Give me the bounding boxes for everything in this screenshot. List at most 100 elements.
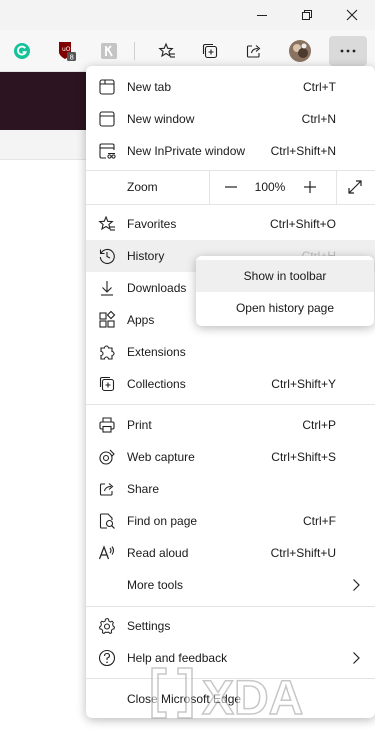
menu-item-label: More tools [127, 578, 184, 592]
collections-button[interactable] [193, 36, 227, 66]
menu-item-label: Settings [127, 619, 171, 633]
menu-item-settings[interactable]: Settings [86, 610, 375, 642]
menu-item-label: Print [127, 418, 152, 432]
inprivate-icon [99, 143, 116, 159]
menu-item-label: Find on page [127, 514, 198, 528]
minimize-button[interactable] [239, 0, 285, 30]
ublock-extension-button[interactable]: uO 8 [50, 36, 84, 66]
xda-logo: XDA [151, 667, 304, 726]
menu-item-new-window[interactable]: New window Ctrl+N [86, 103, 375, 135]
close-icon [346, 9, 358, 21]
extension-button[interactable] [92, 36, 126, 66]
zoom-in-button[interactable] [295, 172, 325, 202]
full-screen-button[interactable] [340, 172, 370, 202]
menu-item-favorites[interactable]: Favorites Ctrl+Shift+O [86, 208, 375, 240]
share-icon [246, 45, 261, 58]
history-icon [99, 248, 115, 265]
collections-icon [99, 376, 115, 392]
ublock-icon: uO8 [59, 42, 76, 62]
menu-item-read-aloud[interactable]: Read aloud Ctrl+Shift+U [86, 537, 375, 569]
plus-icon [304, 181, 316, 193]
download-icon [101, 281, 113, 296]
menu-item-web-capture[interactable]: Web capture Ctrl+Shift+S [86, 441, 375, 473]
read-aloud-icon [98, 545, 115, 560]
print-icon [99, 417, 115, 433]
restore-icon [302, 10, 312, 20]
zoom-divider [336, 170, 337, 204]
page-banner [0, 72, 90, 130]
menu-item-label: Extensions [127, 345, 186, 359]
zoom-level: 100% [254, 180, 286, 194]
find-on-page-icon [99, 513, 115, 529]
menu-item-label: Collections [127, 377, 186, 391]
profile-button[interactable] [283, 36, 317, 66]
menu-item-label: Help and feedback [127, 651, 228, 665]
menu-separator [86, 404, 375, 405]
menu-separator [86, 606, 375, 607]
zoom-out-button[interactable] [216, 172, 246, 202]
menu-item-shortcut: Ctrl+Shift+U [270, 546, 336, 560]
favorites-star-icon [158, 42, 175, 58]
menu-item-label: Favorites [127, 217, 177, 231]
extension-icon [101, 43, 117, 59]
restore-button[interactable] [284, 0, 330, 30]
menu-item-shortcut: Ctrl+Shift+Y [271, 377, 336, 391]
menu-item-find-on-page[interactable]: Find on page Ctrl+F [86, 505, 375, 537]
settings-and-more-menu: New tab Ctrl+T New window Ctrl+N New InP… [86, 66, 375, 718]
web-capture-icon [99, 449, 115, 465]
toolbar-divider [134, 42, 135, 60]
menu-item-label: Web capture [127, 450, 195, 464]
watermark-text: XDA [202, 672, 303, 725]
submenu-item-show-in-toolbar[interactable]: Show in toolbar [196, 260, 374, 292]
svg-text:8: 8 [70, 54, 74, 62]
favorites-button[interactable] [150, 36, 184, 66]
new-window-icon [99, 111, 115, 127]
avatar [289, 40, 311, 62]
menu-item-label: New tab [127, 80, 172, 94]
puzzle-icon [100, 345, 115, 360]
menu-item-shortcut: Ctrl+N [301, 112, 336, 126]
help-icon [98, 649, 116, 667]
minus-icon [225, 186, 237, 188]
menu-item-more-tools[interactable]: More tools [86, 569, 375, 601]
menu-item-shortcut: Ctrl+Shift+N [270, 144, 336, 158]
more-horizontal-icon [340, 49, 356, 53]
chevron-right-icon [353, 652, 360, 664]
history-submenu: Show in toolbar Open history page [196, 256, 374, 326]
submenu-item-open-history-page[interactable]: Open history page [196, 292, 374, 324]
title-bar [0, 0, 375, 30]
menu-item-label: Share [127, 482, 160, 496]
menu-item-label: New window [127, 112, 195, 126]
menu-item-shortcut: Ctrl+F [303, 514, 336, 528]
svg-text:uO: uO [62, 46, 71, 53]
close-window-button[interactable] [329, 0, 375, 30]
minimize-icon [257, 15, 267, 16]
apps-icon [99, 311, 116, 328]
menu-item-shortcut: Ctrl+P [302, 418, 336, 432]
xda-watermark: XDA [148, 664, 368, 728]
menu-separator [86, 204, 375, 205]
zoom-row: Zoom 100% [86, 170, 375, 204]
menu-item-share[interactable]: Share [86, 473, 375, 505]
menu-item-label: New InPrivate window [127, 144, 246, 158]
menu-item-shortcut: Ctrl+T [303, 80, 336, 94]
menu-item-new-inprivate-window[interactable]: New InPrivate window Ctrl+Shift+N [86, 135, 375, 167]
new-tab-icon [99, 79, 115, 95]
zoom-label: Zoom [127, 180, 158, 194]
menu-item-print[interactable]: Print Ctrl+P [86, 409, 375, 441]
settings-and-more-button[interactable] [329, 36, 367, 66]
menu-item-label: History [127, 249, 165, 263]
favorites-icon [98, 215, 115, 231]
chevron-right-icon [353, 579, 360, 591]
menu-item-label: Apps [127, 313, 155, 327]
share-toolbar-button[interactable] [237, 36, 271, 66]
menu-item-collections[interactable]: Collections Ctrl+Shift+Y [86, 368, 375, 400]
menu-item-new-tab[interactable]: New tab Ctrl+T [86, 71, 375, 103]
grammarly-extension-button[interactable] [5, 36, 39, 66]
gear-icon [98, 617, 116, 635]
menu-item-label: Downloads [127, 281, 187, 295]
share-icon [99, 483, 114, 496]
grammarly-icon [14, 43, 30, 59]
menu-item-shortcut: Ctrl+Shift+S [271, 450, 336, 464]
menu-item-extensions[interactable]: Extensions [86, 336, 375, 368]
